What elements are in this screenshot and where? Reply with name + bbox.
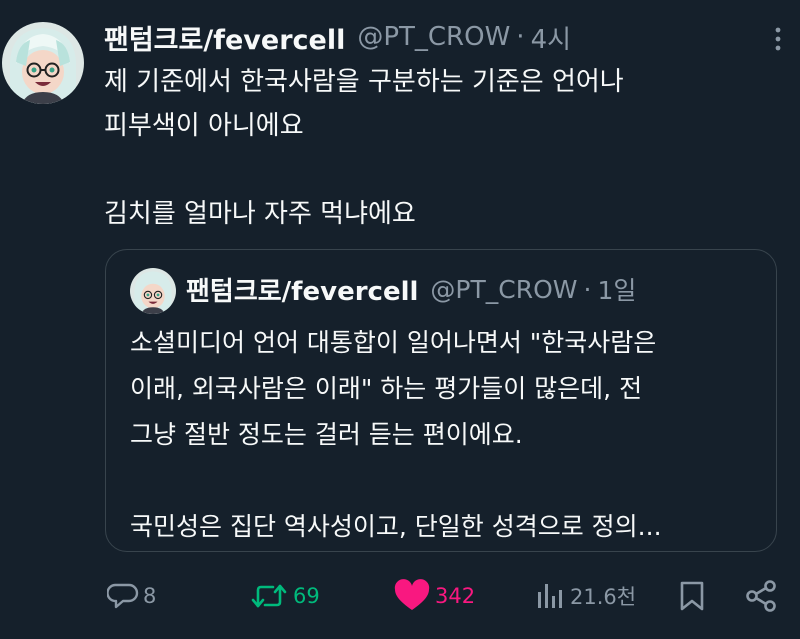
avatar-image	[2, 22, 84, 104]
tweet-header: 팬텀크로/fevercell @PT_CROW · 4시	[104, 16, 571, 58]
tweet-timestamp[interactable]: 4시	[531, 19, 571, 56]
tweet-text-line: 김치를 얼마나 자주 먹냐에요	[104, 199, 416, 229]
more-options-button[interactable]	[766, 22, 790, 56]
quoted-text-line: 국민성은 집단 역사성이고, 단일한 성격으로 정의...	[130, 512, 662, 541]
separator-dot: ·	[583, 274, 592, 304]
avatar-image	[130, 268, 176, 314]
quoted-author-name[interactable]: 팬텀크로/fevercell	[186, 271, 418, 308]
like-button[interactable]: 342	[393, 574, 475, 618]
views-bar-chart-icon	[538, 584, 562, 608]
tweet-text-line	[104, 148, 764, 192]
quoted-text-line: 그냥 절반 정도는 걸러 듣는 편이에요.	[130, 420, 523, 449]
separator-dot: ·	[516, 22, 525, 52]
views-button[interactable]: 21.6천	[534, 574, 636, 618]
quoted-text-line: 이래, 외국사람은 이래" 하는 평가들이 많은데, 전	[130, 374, 643, 403]
author-name[interactable]: 팬텀크로/fevercell	[104, 18, 345, 57]
reply-button[interactable]: 8	[107, 574, 156, 618]
views-count: 21.6천	[570, 585, 637, 609]
bookmark-button[interactable]	[676, 574, 708, 618]
tweet-text-line: 제 기준에서 한국사람을 구분하는 기준은 언어나	[104, 67, 624, 97]
tweet-text-line: 피부색이 아니에요	[104, 111, 304, 141]
quoted-tweet-timestamp[interactable]: 1일	[597, 271, 636, 307]
bookmark-icon	[680, 581, 704, 611]
quoted-author-avatar[interactable]	[130, 268, 176, 314]
quoted-text-line: 소셜미디어 언어 대통합이 일어나면서 "한국사람은	[130, 328, 657, 357]
retweet-count: 69	[293, 584, 320, 608]
more-vertical-icon	[775, 27, 781, 51]
share-icon	[746, 580, 776, 612]
author-handle[interactable]: @PT_CROW	[357, 22, 510, 52]
quoted-tweet-text: 소셜미디어 언어 대통합이 일어나면서 "한국사람은 이래, 외국사람은 이래"…	[130, 320, 770, 550]
like-count: 342	[435, 584, 476, 608]
retweet-button[interactable]: 69	[249, 574, 320, 618]
retweet-icon	[251, 584, 287, 608]
author-avatar[interactable]	[2, 22, 84, 104]
tweet-text: 제 기준에서 한국사람을 구분하는 기준은 언어나 피부색이 아니에요 김치를 …	[104, 60, 764, 236]
quoted-tweet-header: 팬텀크로/fevercell @PT_CROW · 1일	[186, 266, 636, 312]
quoted-text-line	[130, 458, 770, 504]
reply-count: 8	[143, 584, 157, 608]
reply-bubble-icon	[107, 583, 139, 609]
tweet-action-bar: 8 69 342 21.6천	[0, 574, 800, 618]
share-button[interactable]	[744, 574, 778, 618]
heart-filled-icon	[394, 579, 430, 610]
quoted-author-handle[interactable]: @PT_CROW	[430, 275, 577, 304]
quoted-tweet-card[interactable]: 팬텀크로/fevercell @PT_CROW · 1일 소셜미디어 언어 대통…	[105, 249, 777, 552]
